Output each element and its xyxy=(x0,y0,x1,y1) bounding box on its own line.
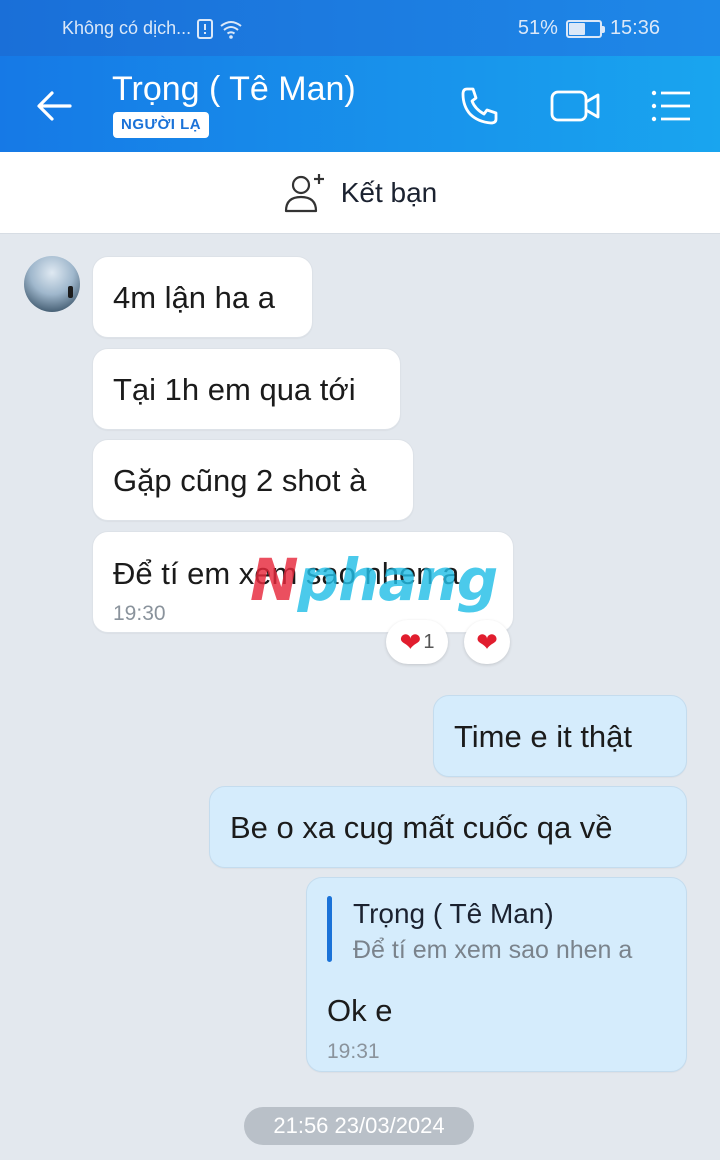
back-button[interactable] xyxy=(30,82,78,130)
status-bar: Không có dịch... 51% 15:36 xyxy=(0,0,720,56)
message-text: Be o xa cug mất cuốc qa về xyxy=(230,810,613,845)
chat-header: Trọng ( Tê Man) NGƯỜI LẠ xyxy=(0,56,720,152)
message-bubble-outgoing[interactable]: Be o xa cug mất cuốc qa về xyxy=(209,786,687,868)
quoted-message: Để tí em xem sao nhen a xyxy=(353,936,633,964)
status-right: 51% 15:36 xyxy=(518,17,660,40)
reaction-count: 1 xyxy=(423,630,435,653)
battery-percent: 51% xyxy=(517,17,558,39)
reaction-summary[interactable]: ❤ 1 xyxy=(386,620,448,664)
add-friend-button[interactable]: Kết bạn xyxy=(0,152,720,234)
message-text: Ok e xyxy=(327,993,393,1028)
message-text: Để tí em xem sao nhen a xyxy=(113,556,460,591)
message-bubble-outgoing[interactable]: Time e it thật xyxy=(433,695,687,777)
call-button[interactable] xyxy=(454,80,506,132)
message-bubble-incoming[interactable]: Để tí em xem sao nhen a 19:30 xyxy=(92,531,514,633)
react-button[interactable]: ❤ xyxy=(464,620,510,664)
message-time: 19:31 xyxy=(327,1040,380,1063)
video-call-button[interactable] xyxy=(548,80,600,132)
date-separator: 21:56 23/03/2024 xyxy=(244,1107,474,1145)
status-left: Không có dịch... xyxy=(62,18,243,39)
sim-alert-icon xyxy=(197,18,214,39)
message-bubble-incoming[interactable]: 4m lận ha a xyxy=(92,256,313,338)
quote-bar xyxy=(327,896,332,962)
video-call-icon xyxy=(550,90,600,122)
message-bubble-outgoing-reply[interactable]: Trọng ( Tê Man) Để tí em xem sao nhen a … xyxy=(306,877,687,1072)
quoted-sender: Trọng ( Tê Man) xyxy=(353,898,554,929)
message-text: Time e it thật xyxy=(454,719,633,754)
message-text: Gặp cũng 2 shot à xyxy=(113,463,367,498)
message-bubble-incoming[interactable]: Tại 1h em qua tới xyxy=(92,348,401,430)
add-person-icon xyxy=(284,173,324,212)
message-time: 19:30 xyxy=(113,602,166,625)
wifi-icon xyxy=(220,20,242,39)
avatar[interactable] xyxy=(24,256,80,312)
phone-icon xyxy=(461,87,498,125)
message-bubble-incoming[interactable]: Gặp cũng 2 shot à xyxy=(92,439,414,521)
menu-list-icon xyxy=(651,90,690,122)
contact-name[interactable]: Trọng ( Tê Man) xyxy=(112,70,356,109)
message-text: 4m lận ha a xyxy=(113,280,275,315)
stranger-badge: NGƯỜI LẠ xyxy=(113,112,210,138)
clock: 15:36 xyxy=(609,17,660,39)
back-arrow-icon xyxy=(37,91,72,121)
carrier-text: Không có dịch... xyxy=(62,18,192,38)
menu-button[interactable] xyxy=(646,80,698,132)
add-friend-label: Kết bạn xyxy=(340,176,438,208)
battery-icon xyxy=(565,19,605,38)
message-text: Tại 1h em qua tới xyxy=(113,372,356,407)
battery-fill xyxy=(568,22,586,35)
heart-icon: ❤ xyxy=(476,627,498,657)
heart-icon: ❤ xyxy=(399,627,422,657)
